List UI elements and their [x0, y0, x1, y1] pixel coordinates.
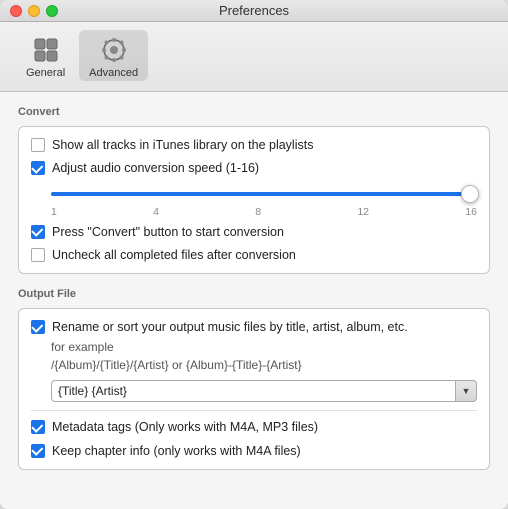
content-area: Convert Show all tracks in iTunes librar…	[0, 92, 508, 509]
window-title: Preferences	[219, 3, 289, 18]
adjust-speed-row: Adjust audio conversion speed (1-16)	[31, 160, 477, 176]
metadata-checkbox[interactable]	[31, 420, 45, 434]
example-label: for example	[51, 338, 477, 356]
uncheck-completed-row: Uncheck all completed files after conver…	[31, 247, 477, 263]
convert-section-box: Show all tracks in iTunes library on the…	[18, 126, 490, 274]
general-label: General	[26, 67, 65, 79]
chapter-row: Keep chapter info (only works with M4A f…	[31, 443, 477, 459]
speed-slider-row: 1 4 8 12 16	[51, 184, 477, 218]
title-bar: Preferences	[0, 0, 508, 22]
toolbar: General Advanced	[0, 22, 508, 92]
press-convert-checkbox[interactable]	[31, 225, 45, 239]
slider-thumb[interactable]	[461, 185, 479, 203]
show-tracks-label: Show all tracks in iTunes library on the…	[52, 137, 313, 153]
rename-checkbox[interactable]	[31, 320, 45, 334]
slider-mark-16: 16	[465, 206, 477, 218]
rename-row: Rename or sort your output music files b…	[31, 319, 477, 335]
preferences-window: Preferences General	[0, 0, 508, 509]
example-format: /{Album}/{Title}/{Artist} or {Album}-{Ti…	[51, 356, 477, 374]
traffic-lights	[10, 5, 58, 17]
output-section-box: Rename or sort your output music files b…	[18, 308, 490, 470]
slider-mark-12: 12	[357, 206, 369, 218]
chapter-label: Keep chapter info (only works with M4A f…	[52, 443, 301, 459]
slider-marks: 1 4 8 12 16	[51, 204, 477, 218]
press-convert-row: Press "Convert" button to start conversi…	[31, 224, 477, 240]
slider-mark-1: 1	[51, 206, 57, 218]
press-convert-label: Press "Convert" button to start conversi…	[52, 224, 284, 240]
convert-section-label: Convert	[18, 106, 490, 118]
slider-container	[51, 184, 477, 204]
advanced-tab[interactable]: Advanced	[79, 30, 148, 81]
maximize-button[interactable]	[46, 5, 58, 17]
convert-section: Convert Show all tracks in iTunes librar…	[18, 106, 490, 274]
minimize-button[interactable]	[28, 5, 40, 17]
general-tab[interactable]: General	[16, 30, 75, 81]
adjust-speed-label: Adjust audio conversion speed (1-16)	[52, 160, 259, 176]
adjust-speed-checkbox[interactable]	[31, 161, 45, 175]
uncheck-completed-label: Uncheck all completed files after conver…	[52, 247, 296, 263]
chapter-checkbox[interactable]	[31, 444, 45, 458]
slider-mark-8: 8	[255, 206, 261, 218]
close-button[interactable]	[10, 5, 22, 17]
example-block: for example /{Album}/{Title}/{Artist} or…	[51, 338, 477, 374]
metadata-row: Metadata tags (Only works with M4A, MP3 …	[31, 419, 477, 435]
format-row: ▼	[51, 380, 477, 402]
format-dropdown-button[interactable]: ▼	[455, 380, 477, 402]
metadata-label: Metadata tags (Only works with M4A, MP3 …	[52, 419, 318, 435]
slider-fill	[51, 192, 475, 196]
general-icon	[30, 34, 62, 66]
show-tracks-row: Show all tracks in iTunes library on the…	[31, 137, 477, 153]
format-input[interactable]	[51, 380, 455, 402]
output-section: Output File Rename or sort your output m…	[18, 288, 490, 470]
slider-mark-4: 4	[153, 206, 159, 218]
output-section-label: Output File	[18, 288, 490, 300]
uncheck-completed-checkbox[interactable]	[31, 248, 45, 262]
advanced-icon	[98, 34, 130, 66]
rename-label: Rename or sort your output music files b…	[52, 319, 408, 335]
show-tracks-checkbox[interactable]	[31, 138, 45, 152]
divider	[31, 410, 477, 411]
advanced-label: Advanced	[89, 67, 138, 79]
